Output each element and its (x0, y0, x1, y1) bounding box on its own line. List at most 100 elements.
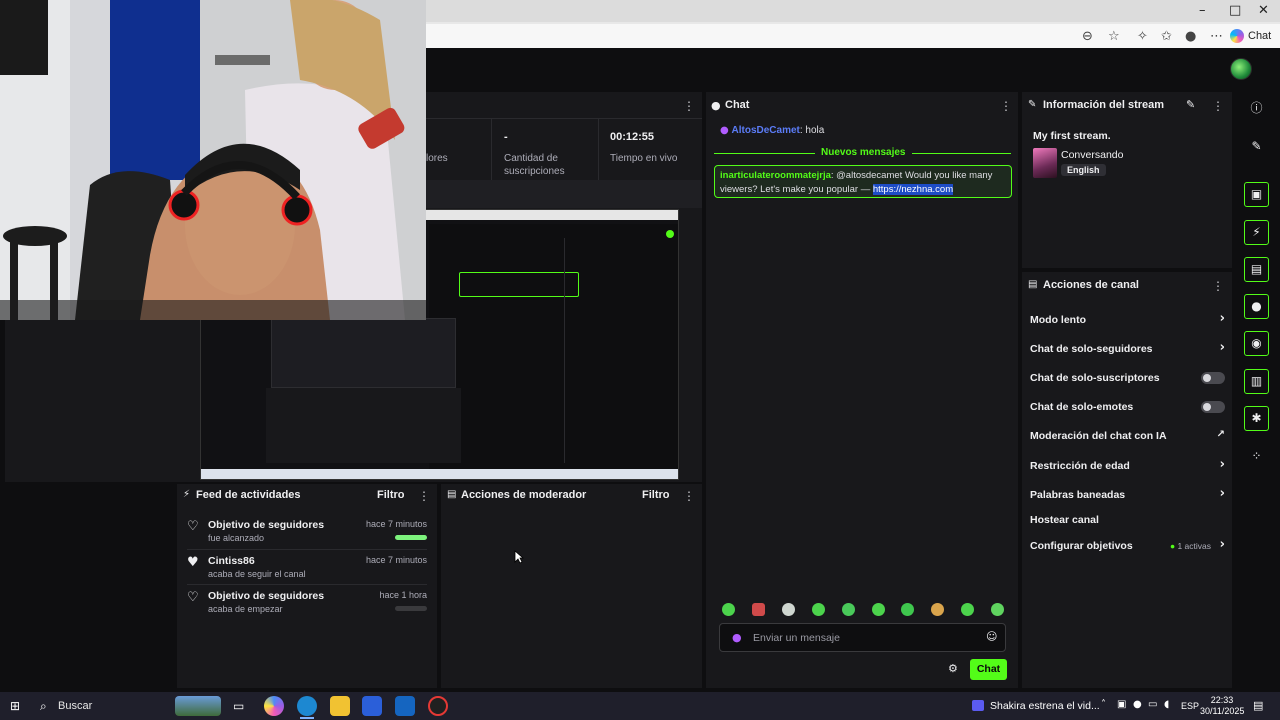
taskbar-news-ticker[interactable]: Shakira estrena el vid... (990, 700, 1100, 712)
heart-outline-icon: ♡ (187, 590, 199, 605)
emote-icon[interactable] (722, 603, 735, 616)
emoji-picker-icon[interactable]: ☺ (986, 630, 997, 643)
activity-feed-filter-button[interactable]: Filtro (377, 489, 405, 501)
chat-send-button[interactable]: Chat (970, 659, 1007, 680)
feed-item-title: Objetivo de seguidores (208, 519, 325, 531)
emote-icon[interactable] (931, 603, 944, 616)
obs-app-icon[interactable] (428, 696, 448, 716)
emote-icon[interactable] (901, 603, 914, 616)
outlook-icon[interactable] (395, 696, 415, 716)
stream-info-panel (1022, 92, 1232, 268)
clips-icon[interactable]: ▣ (1244, 182, 1269, 207)
emote-icon[interactable] (991, 603, 1004, 616)
moderator-menu-icon[interactable]: ⋮ (683, 489, 695, 503)
wrench-icon[interactable]: ✱ (1244, 406, 1269, 431)
store-icon[interactable] (362, 696, 382, 716)
emote-icon[interactable] (961, 603, 974, 616)
emote-icon[interactable] (812, 603, 825, 616)
stream-info-menu-icon[interactable]: ⋮ (1212, 99, 1224, 113)
emote-icon[interactable] (782, 603, 795, 616)
file-explorer-icon[interactable] (330, 696, 350, 716)
stream-info-title: Información del stream (1043, 99, 1165, 111)
user-avatar[interactable] (1230, 58, 1252, 80)
chat-username[interactable]: inarticulateroommatejrja (720, 170, 831, 181)
extensions-icon[interactable]: ✧ (1137, 29, 1148, 44)
taskbar-search-label[interactable]: Buscar (58, 700, 92, 712)
channel-action-subscribers-only[interactable]: Chat de solo-suscriptores (1030, 369, 1225, 387)
stat-subs-label-2: suscripciones (504, 166, 565, 177)
channel-action-banned-words[interactable]: Palabras baneadas › (1030, 486, 1225, 504)
divider (426, 118, 702, 119)
stream-panel-menu-icon[interactable]: ⋮ (683, 99, 695, 113)
notes-icon[interactable]: ▤ (1244, 257, 1269, 282)
maximize-button[interactable]: □ (1229, 3, 1241, 18)
list-item[interactable]: ♥ Cintiss86 acaba de seguir el canal hac… (187, 555, 427, 587)
activity-feed-menu-icon[interactable]: ⋮ (418, 489, 430, 503)
channel-action-ai-moderation[interactable]: Moderación del chat con IA ↗ (1030, 427, 1225, 445)
volume-icon[interactable]: ◖ (1164, 699, 1169, 710)
windows-start-icon[interactable]: ⊞ (10, 699, 20, 713)
channel-actions-menu-icon[interactable]: ⋮ (1212, 279, 1224, 293)
subscribers-only-toggle[interactable] (1201, 372, 1225, 384)
moderator-filter-button[interactable]: Filtro (642, 489, 670, 501)
chat-menu-icon[interactable]: ⋮ (1000, 99, 1012, 113)
more-menu-icon[interactable]: ⋯ (1210, 29, 1223, 44)
chat-message-input[interactable]: ● Enviar un mensaje ☺ (719, 623, 1006, 652)
notifications-icon[interactable]: ▤ (1253, 699, 1263, 712)
microphone-icon[interactable]: ● (1133, 699, 1142, 710)
widget-thumbnail[interactable] (175, 696, 221, 716)
layout-icon[interactable]: ▥ (1244, 369, 1269, 394)
preview-taskbar (201, 469, 678, 479)
language-badge: English (1061, 164, 1106, 176)
webcam-overlay (0, 0, 426, 320)
channel-action-emotes-only[interactable]: Chat de solo-emotes (1030, 398, 1225, 416)
search-icon[interactable]: ⌕ (40, 699, 47, 714)
edit-stream-icon[interactable]: ✎ (1186, 98, 1195, 111)
list-item[interactable]: ♡ Objetivo de seguidores acaba de empeza… (187, 590, 427, 622)
channel-action-slow-mode[interactable]: Modo lento › (1030, 311, 1225, 329)
feed-item-title: Cintiss86 (208, 555, 255, 567)
minimize-button[interactable]: – (1199, 3, 1206, 18)
mic-icon[interactable]: ● (732, 631, 742, 644)
collections-icon[interactable]: ✩ (1161, 29, 1172, 44)
task-view-icon[interactable]: ▭ (233, 699, 244, 713)
emote-icon[interactable] (842, 603, 855, 616)
emote-icon[interactable] (752, 603, 765, 616)
profile-icon[interactable]: ● (1185, 29, 1196, 44)
list-item[interactable]: ♡ Objetivo de seguidores fue alcanzado h… (187, 519, 427, 551)
channel-actions-panel (1022, 272, 1232, 688)
heart-outline-icon: ♡ (187, 519, 199, 534)
stat-live-time-value: 00:12:55 (610, 131, 655, 143)
edge-browser-icon[interactable] (297, 696, 317, 716)
copilot-chat-button[interactable]: Chat (1230, 26, 1271, 46)
copilot-app-icon[interactable] (264, 696, 284, 716)
network-icon[interactable]: ▭ (1148, 699, 1157, 710)
favorite-star-icon[interactable]: ☆ (1108, 29, 1120, 44)
chat-settings-gear-icon[interactable]: ⚙ (948, 662, 958, 675)
chat-username[interactable]: AltosDeCamet (732, 125, 800, 136)
info-icon[interactable]: ⓘ (1244, 96, 1269, 121)
reader-icon[interactable]: ⊖ (1082, 29, 1093, 44)
emote-icon[interactable] (872, 603, 885, 616)
channel-action-configure-goals[interactable]: Configurar objetivos ● 1 activas › (1030, 537, 1225, 555)
widgets-icon[interactable]: ⁘ (1244, 444, 1269, 469)
channel-action-label: Chat de solo-suscriptores (1030, 372, 1160, 384)
close-window-button[interactable]: ✕ (1258, 3, 1269, 18)
chat-icon[interactable]: ● (1244, 294, 1269, 319)
broadcast-icon[interactable]: ◉ (1244, 331, 1269, 356)
chat-bubble-icon: ● (711, 99, 721, 112)
channel-action-age-restriction[interactable]: Restricción de edad › (1030, 457, 1225, 475)
browser-address-bar[interactable] (426, 24, 1280, 48)
camera-icon[interactable]: ▣ (1117, 699, 1126, 710)
emotes-only-toggle[interactable] (1201, 401, 1225, 413)
lightning-icon[interactable]: ⚡ (1244, 220, 1269, 245)
chevron-up-icon[interactable]: ˄ (1101, 699, 1106, 710)
taskbar-clock[interactable]: 22:33 30/11/2025 (1200, 695, 1244, 717)
chat-link[interactable]: https://nezhna.com (872, 184, 954, 195)
edit-icon[interactable]: ✎ (1244, 134, 1269, 159)
language-indicator[interactable]: ESP (1181, 701, 1199, 711)
channel-action-followers-only[interactable]: Chat de solo-seguidores › (1030, 340, 1225, 358)
stream-category[interactable]: Conversando (1061, 149, 1123, 161)
channel-action-host-channel[interactable]: Hostear canal (1030, 511, 1225, 529)
chat-title: Chat (725, 99, 750, 111)
